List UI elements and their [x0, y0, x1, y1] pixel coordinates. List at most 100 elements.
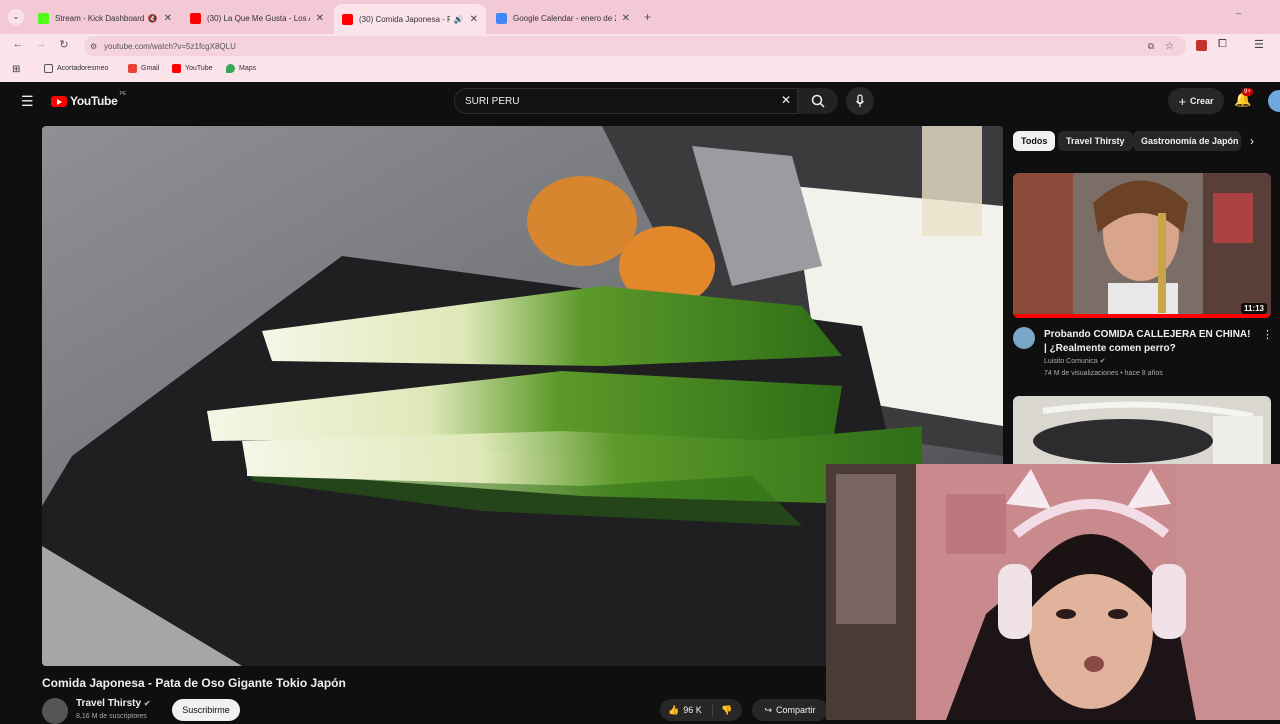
url-text: youtube.com/watch?v=5z1fcgX8QLU — [104, 41, 236, 51]
share-button[interactable]: ↪ Compartir — [752, 699, 828, 721]
tab-title: Stream - Kick Dashboard — [55, 13, 144, 23]
youtube-play-icon — [51, 95, 67, 107]
browser-toolbar: ← → ↻ ⚙ youtube.com/watch?v=5z1fcgX8QLU … — [0, 34, 1280, 58]
bookmark-label: Maps — [239, 65, 257, 72]
chip-topic[interactable]: Gastronomía de Japón — [1133, 131, 1241, 151]
bookmark-item[interactable]: Acortadoresmeo — [44, 64, 108, 73]
webcam-overlay — [826, 464, 1280, 720]
more-options-icon[interactable]: ⋮ — [1262, 328, 1273, 341]
youtube-favicon-icon — [190, 12, 201, 24]
browser-tab-active[interactable]: (30) Comida Japonesa - Pat 🔊 ✕ — [334, 4, 486, 34]
share-icon: ↪ — [764, 704, 773, 715]
close-icon[interactable]: ✕ — [470, 14, 478, 25]
webcam-feed — [826, 464, 1280, 720]
sidebar-toggle-icon[interactable]: ☰ — [1254, 38, 1264, 51]
folder-icon — [44, 64, 53, 73]
search-button[interactable] — [798, 88, 838, 114]
bookmark-item[interactable]: Maps — [226, 64, 256, 73]
close-icon[interactable]: ✕ — [164, 13, 172, 24]
clear-search-icon[interactable]: ✕ — [781, 93, 791, 107]
browser-tab[interactable]: Stream - Kick Dashboard 🔇 ✕ — [30, 6, 180, 30]
bookmark-label: Gmail — [141, 65, 160, 72]
create-label: Crear — [1190, 96, 1214, 106]
gmail-icon — [128, 64, 137, 73]
chip-channel[interactable]: Travel Thirsty — [1058, 131, 1133, 151]
browser-tab-strip: ⌄ Stream - Kick Dashboard 🔇 ✕ (30) La Qu… — [0, 0, 1280, 34]
reload-icon[interactable]: ↻ — [56, 38, 72, 51]
like-dislike-group: 👍 96 K 👎 — [660, 699, 742, 721]
search-icon — [811, 94, 825, 108]
chip-all[interactable]: Todos — [1013, 131, 1056, 151]
search-query: SURI PERU — [465, 96, 520, 107]
youtube-logo[interactable]: YouTube PE — [51, 91, 127, 108]
recommendation-thumbnail[interactable] — [1013, 396, 1271, 466]
youtube-header: ☰ YouTube PE SURI PERU ✕ + Crear 🔔 9+ — [0, 82, 1280, 122]
microphone-icon — [856, 94, 864, 107]
bookmark-label: Acortadoresmeo — [57, 65, 109, 72]
address-bar[interactable]: ⚙ youtube.com/watch?v=5z1fcgX8QLU ⧉ ☆ — [84, 36, 1186, 56]
recommendation-meta: 74 M de visualizaciones • hace 8 años — [1044, 370, 1163, 377]
browser-tab[interactable]: Google Calendar - enero de 20 ✕ — [488, 6, 638, 30]
bookmark-star-icon[interactable]: ☆ — [1165, 41, 1174, 52]
tab-search-button[interactable]: ⌄ — [8, 9, 24, 25]
share-label: Compartir — [776, 705, 816, 715]
like-button[interactable]: 👍 96 K — [660, 705, 712, 716]
video-title: Comida Japonesa - Pata de Oso Gigante To… — [42, 676, 346, 690]
notifications-button[interactable]: 🔔 9+ — [1234, 88, 1253, 109]
region-code: PE — [119, 91, 127, 97]
subscribe-button[interactable]: Suscribirme — [172, 699, 240, 721]
channel-avatar[interactable] — [42, 698, 68, 724]
chip-label: Gastronomía de Japón — [1141, 136, 1239, 146]
close-icon[interactable]: ✕ — [316, 13, 324, 24]
search-input[interactable]: SURI PERU ✕ — [454, 88, 798, 114]
youtube-favicon-icon — [342, 13, 353, 25]
recommendation-title[interactable]: Probando COMIDA CALLEJERA EN CHINA! | ¿R… — [1044, 328, 1254, 356]
bookmark-label: YouTube — [185, 65, 213, 72]
dislike-button[interactable]: 👎 — [712, 704, 733, 716]
video-duration-badge: 11:13 — [1240, 303, 1267, 314]
apps-grid-icon[interactable]: ⊞ — [12, 64, 20, 75]
speaker-icon[interactable]: 🔊 — [454, 15, 464, 24]
menu-hamburger-icon[interactable]: ☰ — [21, 93, 34, 110]
thumbs-down-icon: 👎 — [721, 704, 733, 715]
site-info-icon[interactable]: ⚙ — [90, 42, 97, 51]
create-button[interactable]: + Crear — [1168, 88, 1224, 114]
back-icon[interactable]: ← — [10, 38, 26, 50]
logo-text: YouTube — [70, 94, 118, 108]
plus-icon: + — [1178, 93, 1187, 109]
channel-name-link[interactable]: Travel Thirsty ✔ — [76, 698, 151, 709]
recommendation-thumbnail[interactable]: 11:13 — [1013, 173, 1271, 318]
verified-check-icon: ✔ — [143, 699, 151, 708]
thumbnail-image — [1013, 396, 1271, 466]
browser-tab[interactable]: (30) La Que Me Gusta - Los Am ✕ — [182, 6, 332, 30]
calendar-favicon-icon — [496, 12, 507, 24]
channel-avatar[interactable] — [1013, 327, 1035, 349]
like-count: 96 K — [683, 705, 702, 715]
tab-title: (30) La Que Me Gusta - Los Am — [207, 13, 310, 23]
install-icon[interactable]: ⧉ — [1148, 41, 1154, 52]
minimize-icon[interactable]: – — [1236, 8, 1241, 18]
chip-label: Todos — [1021, 136, 1048, 146]
bookmark-item[interactable]: YouTube — [172, 64, 213, 73]
chevron-right-icon[interactable]: › — [1250, 134, 1254, 148]
close-icon[interactable]: ✕ — [622, 13, 630, 24]
muted-speaker-icon: 🔇 — [147, 13, 158, 23]
voice-search-button[interactable] — [846, 87, 874, 115]
new-tab-button[interactable]: + — [644, 10, 651, 24]
extensions-puzzle-icon[interactable]: ⧠ — [1218, 38, 1227, 51]
extension-icon[interactable] — [1196, 40, 1207, 51]
recommendation-channel[interactable]: Luisito Comunica ✔ — [1044, 357, 1106, 365]
chip-label: Travel Thirsty — [1066, 136, 1125, 146]
bookmark-item[interactable]: Gmail — [128, 64, 159, 73]
youtube-icon — [172, 64, 181, 73]
bookmarks-bar: ⊞ Acortadoresmeo Gmail YouTube Maps — [0, 58, 1280, 82]
forward-icon[interactable]: → — [33, 38, 49, 50]
verified-check-icon: ✔ — [1099, 358, 1106, 365]
kick-favicon-icon — [38, 12, 49, 24]
subscriber-count: 8,16 M de suscriptores — [76, 713, 147, 720]
thumbnail-image — [1013, 173, 1271, 318]
avatar[interactable] — [1268, 90, 1280, 112]
thumbs-up-icon: 👍 — [668, 704, 680, 715]
channel-name: Travel Thirsty — [76, 698, 142, 709]
maps-icon — [226, 64, 235, 73]
